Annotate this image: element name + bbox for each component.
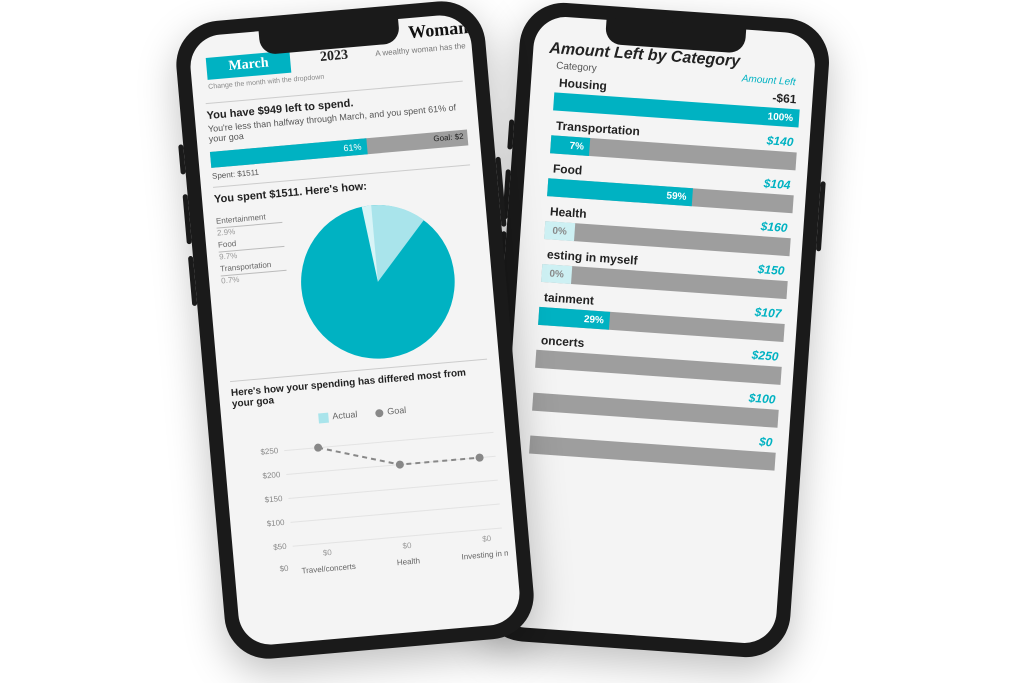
pie-label-list: Entertainment2.9%Food9.7%Transportation0… [216,210,288,287]
category-amount: $107 [754,305,782,321]
page-title-suffix: Woman [407,17,469,43]
category-fill: 7% [550,135,591,156]
phone-side-button [188,256,197,306]
spend-pie-chart [291,195,464,368]
category-amount: -$61 [772,91,797,107]
phone-screen-categories: Amount Left by Category Category Amount … [493,15,817,645]
phone-screen-summary: Woman A wealthy woman has the March 2023… [188,13,522,647]
category-fill: 0% [544,221,575,241]
category-name: Transportation [556,119,641,139]
phone-mock-left: Woman A wealthy woman has the March 2023… [173,0,538,662]
category-fill: 0% [541,264,572,284]
actual-vs-goal-chart: $250 $200 $150 $100 $50 $0 [247,414,509,580]
category-name: Health [550,204,588,221]
goal-progress-pct: 61% [343,142,362,154]
svg-text:Travel/concerts: Travel/concerts [301,561,356,575]
col-category: Category [556,60,597,74]
svg-text:$150: $150 [264,494,283,505]
phone-side-button [816,181,826,251]
svg-text:$0: $0 [402,540,412,550]
category-amount: $250 [751,348,779,364]
svg-text:$250: $250 [260,446,279,457]
phone-mock-right: Amount Left by Category Category Amount … [478,0,832,660]
svg-text:$0: $0 [482,534,492,544]
col-amount-left: Amount Left [741,73,796,88]
category-row: $0 [523,418,777,470]
category-amount: $0 [759,435,773,450]
phone-side-button [183,194,192,244]
category-name: Housing [559,76,608,93]
category-fill: 29% [538,307,610,330]
category-amount: $104 [763,176,791,192]
legend-actual: Actual [332,409,358,421]
phone-side-button [178,144,186,174]
category-amount: $140 [766,133,794,149]
category-amount: $100 [748,391,776,407]
goal-progress-goal: Goal: $2 [433,132,464,144]
category-amount: $150 [757,262,785,278]
category-name: tainment [544,290,595,307]
legend-goal: Goal [387,405,407,417]
svg-text:$0: $0 [279,563,289,573]
svg-text:Health: Health [396,556,420,567]
svg-text:$50: $50 [273,541,288,551]
phone-side-button [507,119,514,149]
page-subtitle: A wealthy woman has the [375,41,466,58]
svg-text:Investing in my: Investing in my [461,548,508,562]
category-amount: $160 [760,219,788,235]
svg-text:$200: $200 [262,470,281,481]
category-name: oncerts [541,333,585,350]
year-label: 2023 [319,48,348,66]
category-name: Food [553,162,583,178]
svg-text:$0: $0 [322,547,332,557]
category-list: Housing-$61100%Transportation$1407%Food$… [517,75,801,471]
month-dropdown[interactable]: March [206,51,292,80]
legend-goal-swatch [375,409,384,418]
legend-actual-swatch [318,412,329,423]
svg-text:$100: $100 [266,517,285,528]
